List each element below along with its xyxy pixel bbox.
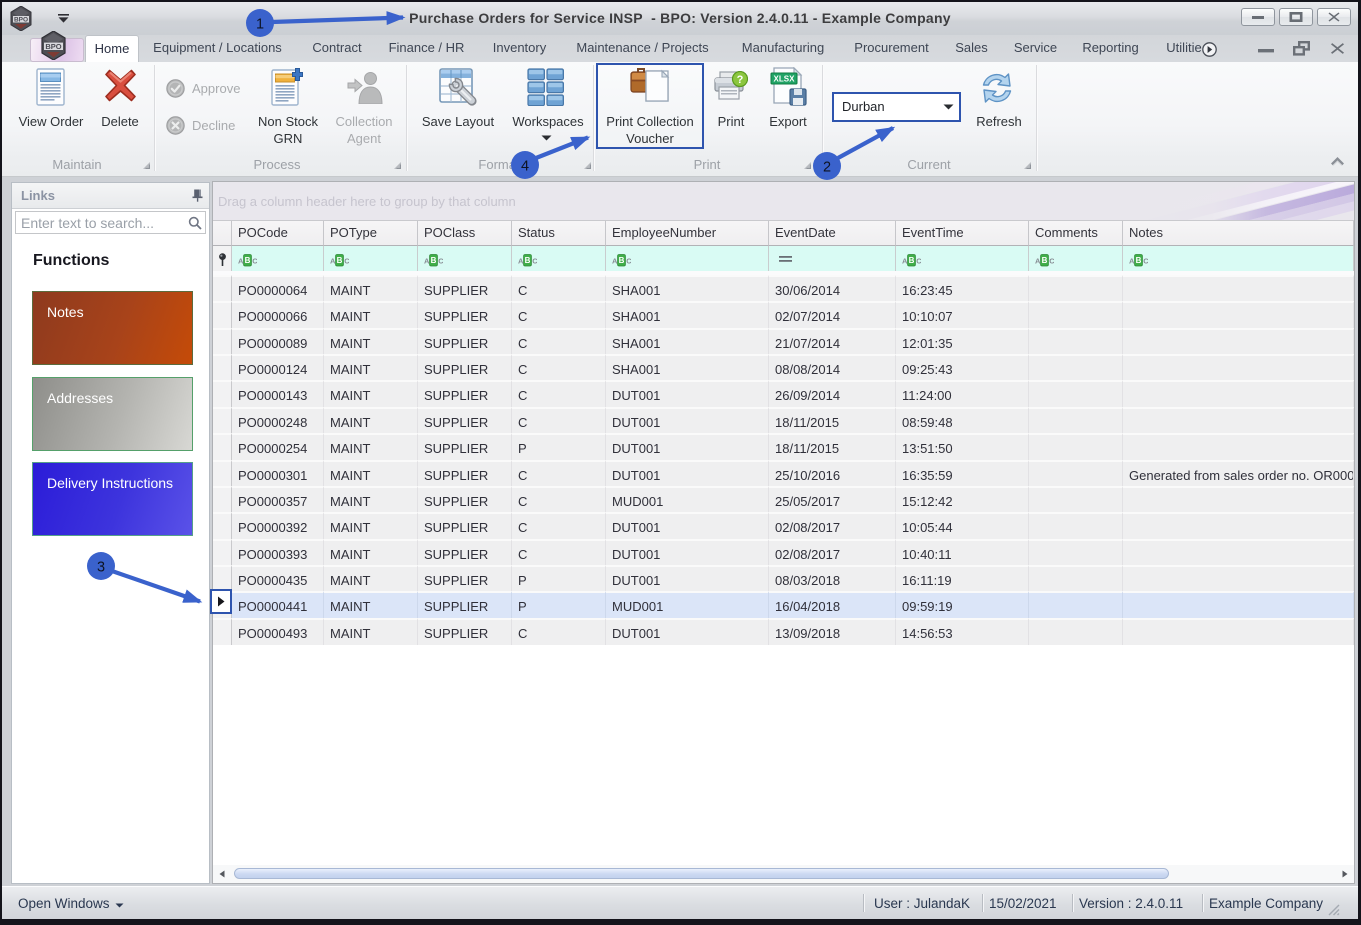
svg-text:B: B	[909, 256, 915, 265]
svg-text:B: B	[245, 256, 251, 265]
svg-text:A: A	[902, 257, 908, 266]
svg-text:A: A	[424, 257, 430, 266]
svg-text:A: A	[330, 257, 336, 266]
svg-text:BPO: BPO	[45, 42, 61, 51]
svg-text:A: A	[1129, 257, 1135, 266]
svg-text:C: C	[344, 257, 349, 266]
svg-text:B: B	[1136, 256, 1142, 265]
svg-text:C: C	[532, 257, 537, 266]
svg-text:C: C	[252, 257, 257, 266]
svg-text:C: C	[438, 257, 443, 266]
svg-text:C: C	[916, 257, 921, 266]
svg-text:A: A	[518, 257, 524, 266]
svg-text:XLSX: XLSX	[774, 75, 796, 84]
svg-text:C: C	[626, 257, 631, 266]
svg-text:A: A	[238, 257, 244, 266]
svg-text:B: B	[337, 256, 343, 265]
svg-text:B: B	[431, 256, 437, 265]
svg-text:A: A	[1035, 257, 1041, 266]
svg-text:B: B	[619, 256, 625, 265]
svg-text:?: ?	[737, 74, 744, 86]
svg-text:B: B	[525, 256, 531, 265]
svg-text:C: C	[1143, 257, 1148, 266]
svg-text:B: B	[1042, 256, 1048, 265]
svg-text:A: A	[612, 257, 618, 266]
svg-text:C: C	[1049, 257, 1054, 266]
